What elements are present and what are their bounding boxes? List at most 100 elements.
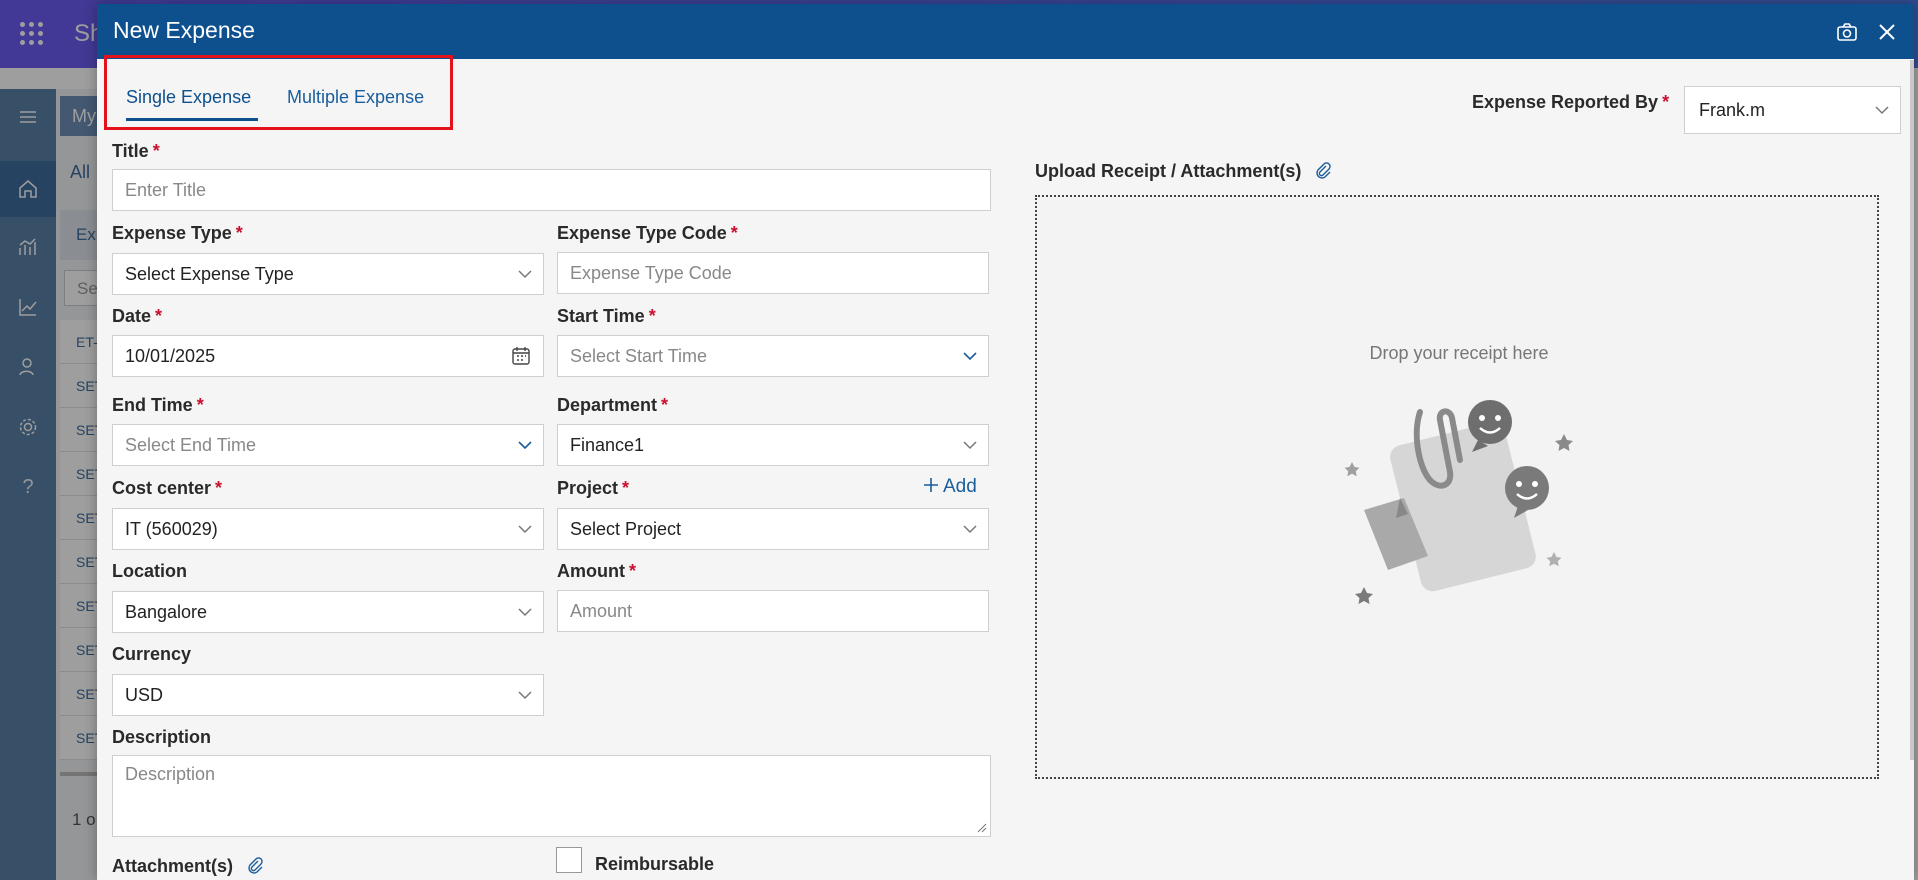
end-time-select[interactable]: Select End Time bbox=[112, 424, 544, 466]
cost-center-label: Cost center * bbox=[112, 478, 222, 499]
required-mark: * bbox=[235, 223, 243, 243]
start-time-select[interactable]: Select Start Time bbox=[557, 335, 989, 377]
department-value: Finance1 bbox=[570, 435, 645, 455]
amount-input[interactable]: Amount bbox=[557, 590, 989, 632]
attachments-label-text: Attachment(s) bbox=[112, 856, 234, 876]
expense-type-code-placeholder: Expense Type Code bbox=[570, 263, 732, 283]
add-project-button[interactable]: Add bbox=[923, 476, 977, 498]
reported-by-select[interactable]: Frank.m bbox=[1684, 86, 1901, 134]
new-expense-dialog: New Expense Single Expense Multiple Expe… bbox=[97, 4, 1914, 880]
drop-zone-text: Drop your receipt here bbox=[1369, 343, 1549, 363]
resize-handle-icon[interactable] bbox=[977, 823, 987, 833]
expense-type-label: Expense Type * bbox=[112, 223, 243, 244]
reported-by-value: Frank.m bbox=[1699, 100, 1766, 120]
description-label: Description bbox=[112, 727, 211, 748]
amount-placeholder: Amount bbox=[570, 601, 633, 621]
date-label-text: Date bbox=[112, 306, 152, 326]
end-time-value: Select End Time bbox=[125, 435, 257, 455]
chevron-down-icon bbox=[963, 352, 977, 361]
description-textarea[interactable]: Description bbox=[112, 755, 991, 837]
project-label: Project * bbox=[557, 478, 629, 499]
currency-label: Currency bbox=[112, 644, 191, 665]
chevron-down-icon bbox=[963, 525, 977, 534]
dialog-title: New Expense bbox=[113, 17, 255, 43]
required-mark: * bbox=[215, 478, 223, 498]
required-mark: * bbox=[196, 395, 204, 415]
date-value: 10/01/2025 bbox=[125, 346, 216, 366]
project-label-text: Project bbox=[557, 478, 619, 498]
currency-value: USD bbox=[125, 685, 164, 705]
reimbursable-label: Reimbursable bbox=[595, 854, 715, 874]
department-select[interactable]: Finance1 bbox=[557, 424, 989, 466]
paperclip-icon[interactable] bbox=[1314, 161, 1332, 179]
expense-type-code-label-text: Expense Type Code bbox=[557, 223, 727, 243]
required-mark: * bbox=[661, 395, 669, 415]
location-label: Location bbox=[112, 561, 187, 582]
start-time-value: Select Start Time bbox=[570, 346, 708, 366]
camera-icon[interactable] bbox=[1835, 20, 1859, 44]
currency-select[interactable]: USD bbox=[112, 674, 544, 716]
description-label-text: Description bbox=[112, 727, 212, 747]
plus-icon bbox=[924, 478, 938, 492]
title-placeholder: Enter Title bbox=[125, 180, 207, 200]
chevron-down-icon bbox=[963, 441, 977, 450]
cost-center-select[interactable]: IT (560029) bbox=[112, 508, 544, 550]
location-select[interactable]: Bangalore bbox=[112, 591, 544, 633]
chevron-down-icon bbox=[518, 270, 532, 279]
title-label-text: Title bbox=[112, 141, 149, 161]
required-mark: * bbox=[152, 141, 160, 161]
required-mark: * bbox=[628, 561, 636, 581]
department-label: Department * bbox=[557, 395, 668, 416]
add-project-label: Add bbox=[943, 476, 977, 497]
chevron-down-icon bbox=[518, 608, 532, 617]
expense-type-label-text: Expense Type bbox=[112, 223, 232, 243]
receipt-illustration-icon bbox=[1344, 400, 1573, 604]
project-select[interactable]: Select Project bbox=[557, 508, 989, 550]
close-icon[interactable] bbox=[1875, 20, 1899, 44]
tab-single-expense[interactable]: Single Expense bbox=[126, 87, 251, 108]
title-input[interactable]: Enter Title bbox=[112, 169, 991, 211]
currency-label-text: Currency bbox=[112, 644, 192, 664]
chevron-down-icon bbox=[1875, 106, 1889, 115]
date-label: Date * bbox=[112, 306, 162, 327]
expense-mode-tabs: Single Expense Multiple Expense bbox=[104, 55, 453, 130]
description-placeholder: Description bbox=[125, 764, 216, 784]
location-label-text: Location bbox=[112, 561, 187, 581]
amount-label: Amount * bbox=[557, 561, 636, 582]
upload-label-text: Upload Receipt / Attachment(s) bbox=[1035, 161, 1302, 181]
active-tab-indicator bbox=[126, 118, 258, 121]
amount-label-text: Amount bbox=[557, 561, 625, 581]
dialog-scrollbar[interactable] bbox=[1910, 60, 1914, 760]
required-mark: * bbox=[622, 478, 630, 498]
start-time-label: Start Time * bbox=[557, 306, 656, 327]
location-value: Bangalore bbox=[125, 602, 208, 622]
required-mark: * bbox=[155, 306, 163, 326]
expense-type-code-input[interactable]: Expense Type Code bbox=[557, 252, 989, 294]
cost-center-label-text: Cost center bbox=[112, 478, 212, 498]
dialog-header: New Expense bbox=[97, 4, 1914, 59]
chevron-down-icon bbox=[518, 441, 532, 450]
reimbursable-checkbox[interactable] bbox=[556, 847, 582, 873]
reported-by-label-text: Expense Reported By bbox=[1472, 92, 1659, 112]
reported-by-label: Expense Reported By * bbox=[1472, 92, 1669, 113]
expense-type-select[interactable]: Select Expense Type bbox=[112, 253, 544, 295]
title-label: Title * bbox=[112, 141, 160, 162]
paperclip-icon[interactable] bbox=[246, 856, 264, 874]
expense-type-code-label: Expense Type Code * bbox=[557, 223, 738, 244]
tab-multiple-expense[interactable]: Multiple Expense bbox=[287, 87, 424, 108]
receipt-drop-zone[interactable]: Drop your receipt here bbox=[1035, 195, 1879, 779]
chevron-down-icon bbox=[518, 525, 532, 534]
attachments-label: Attachment(s) bbox=[112, 856, 264, 877]
required-mark: * bbox=[730, 223, 738, 243]
project-value: Select Project bbox=[570, 519, 682, 539]
required-mark: * bbox=[1662, 92, 1670, 112]
cost-center-value: IT (560029) bbox=[125, 519, 218, 539]
end-time-label-text: End Time bbox=[112, 395, 193, 415]
upload-label: Upload Receipt / Attachment(s) bbox=[1035, 161, 1332, 182]
end-time-label: End Time * bbox=[112, 395, 204, 416]
expense-type-value: Select Expense Type bbox=[125, 264, 294, 284]
department-label-text: Department bbox=[557, 395, 658, 415]
calendar-icon[interactable] bbox=[511, 346, 531, 366]
required-mark: * bbox=[648, 306, 656, 326]
date-picker[interactable]: 10/01/2025 bbox=[112, 335, 544, 377]
